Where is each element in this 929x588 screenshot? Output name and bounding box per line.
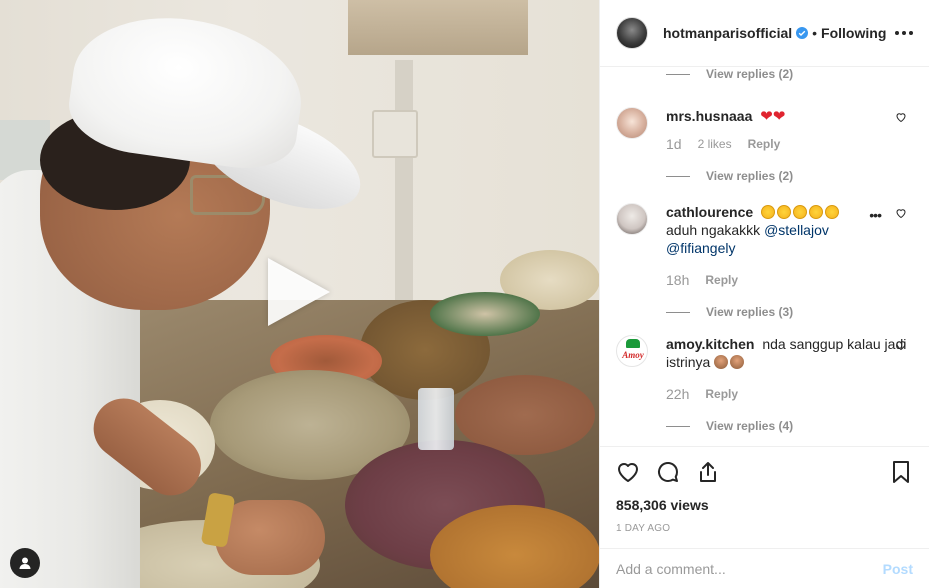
mention-link[interactable]: @stellajov	[764, 222, 829, 238]
reply-button[interactable]: Reply	[705, 271, 738, 289]
avatar[interactable]	[616, 107, 648, 139]
video-scene-detail	[372, 110, 418, 158]
view-replies-button[interactable]: View replies (2)	[666, 67, 793, 81]
see-no-evil-monkey-emoji-icon	[714, 355, 729, 369]
comment-time[interactable]: 22h	[666, 385, 689, 403]
post-actions: 858,306 views 1 DAY AGO Post	[600, 446, 929, 588]
view-replies-label: View replies (3)	[706, 305, 794, 319]
video-scene-detail	[348, 0, 528, 55]
view-replies-label: View replies (2)	[706, 67, 794, 81]
view-replies-button[interactable]: View replies (4)	[666, 417, 913, 435]
comment-body: mrs.husnaaa ❤❤ 1d 2 likes Reply View rep…	[666, 107, 913, 185]
rofl-emoji-icon	[777, 205, 792, 219]
view-replies-line	[666, 425, 690, 427]
rofl-emoji-icon	[793, 205, 808, 219]
view-replies-label: View replies (4)	[706, 419, 794, 433]
comment-item: cathlourence aduh ngakakkk @stellajov @f…	[616, 203, 913, 321]
comment-likes[interactable]: 2 likes	[698, 135, 732, 153]
bookmark-icon[interactable]	[889, 460, 913, 484]
comment-username[interactable]: mrs.husnaaa	[666, 108, 752, 124]
post-comment-button[interactable]: Post	[883, 561, 913, 577]
verified-badge-icon	[796, 27, 809, 39]
avatar[interactable]	[616, 17, 648, 49]
comment-icon[interactable]	[656, 460, 680, 484]
mention-link[interactable]: @fifiangely	[666, 240, 735, 256]
user-tag-icon[interactable]	[10, 548, 40, 578]
comment-item: Amoy amoy.kitchen nda sanggup kalau jadi…	[616, 335, 913, 435]
post-video[interactable]	[0, 0, 599, 588]
avatar[interactable]: Amoy	[616, 335, 648, 367]
comment-item: mrs.husnaaa ❤❤ 1d 2 likes Reply View rep…	[616, 107, 913, 185]
rofl-emoji-icon	[809, 205, 824, 219]
following-button[interactable]: Following	[821, 25, 886, 41]
avatar[interactable]	[616, 203, 648, 235]
comment-time[interactable]: 18h	[666, 271, 689, 289]
post-username[interactable]: hotmanparisofficial	[663, 25, 792, 41]
reply-button[interactable]: Reply	[748, 135, 781, 153]
video-scene-detail	[430, 292, 540, 336]
rofl-emoji-icon	[825, 205, 840, 219]
view-replies-line	[666, 175, 690, 177]
comment-username[interactable]: amoy.kitchen	[666, 336, 754, 352]
heart-icon[interactable]	[616, 460, 640, 484]
play-icon[interactable]	[268, 258, 330, 326]
comment-options-icon[interactable]: •••	[869, 207, 882, 223]
view-replies-button[interactable]: View replies (2)	[666, 167, 913, 185]
video-scene-detail	[418, 388, 454, 450]
header-separator: •	[812, 25, 818, 41]
comments-list[interactable]: View replies (2) mrs.husnaaa ❤❤ 1d 2 lik…	[600, 67, 929, 446]
comment-text: aduh ngakakkk	[666, 222, 761, 238]
chef-hat-icon	[626, 339, 640, 348]
comment-meta: 18h Reply	[666, 271, 913, 289]
comment-emoji: ❤❤	[760, 108, 786, 125]
more-options-icon[interactable]	[895, 27, 913, 39]
comment-input[interactable]	[616, 560, 883, 577]
share-icon[interactable]	[696, 460, 720, 484]
comment-body: amoy.kitchen nda sanggup kalau jadi istr…	[666, 335, 913, 435]
rofl-emoji-icon	[761, 205, 776, 219]
action-icons	[616, 447, 913, 497]
post-header: hotmanparisofficial • Following	[600, 0, 929, 67]
check-icon	[798, 30, 806, 36]
view-count[interactable]: 858,306 views	[616, 497, 913, 513]
avatar-logo-text: Amoy	[622, 350, 644, 360]
view-replies-line	[666, 73, 690, 75]
comment-username[interactable]: cathlourence	[666, 204, 753, 220]
comment-like-heart-icon[interactable]	[895, 207, 907, 219]
comment-meta: 22h Reply	[666, 385, 913, 403]
add-comment-bar: Post	[600, 548, 929, 588]
comment-meta: 1d 2 likes Reply	[666, 135, 913, 153]
view-replies-line	[666, 311, 690, 313]
view-replies-label: View replies (2)	[706, 169, 794, 183]
post-date[interactable]: 1 DAY AGO	[616, 523, 913, 534]
comment-emojis	[761, 204, 841, 220]
comment-time[interactable]: 1d	[666, 135, 682, 153]
view-replies-button[interactable]: View replies (3)	[666, 303, 913, 321]
post-sidebar: hotmanparisofficial • Following View rep…	[599, 0, 929, 588]
see-no-evil-monkey-emoji-icon	[730, 355, 745, 369]
comment-like-heart-icon[interactable]	[895, 339, 907, 351]
video-scene-detail	[395, 60, 413, 320]
user-tag-icon-glyph	[19, 557, 31, 569]
reply-button[interactable]: Reply	[705, 385, 738, 403]
comment-like-heart-icon[interactable]	[895, 111, 907, 123]
